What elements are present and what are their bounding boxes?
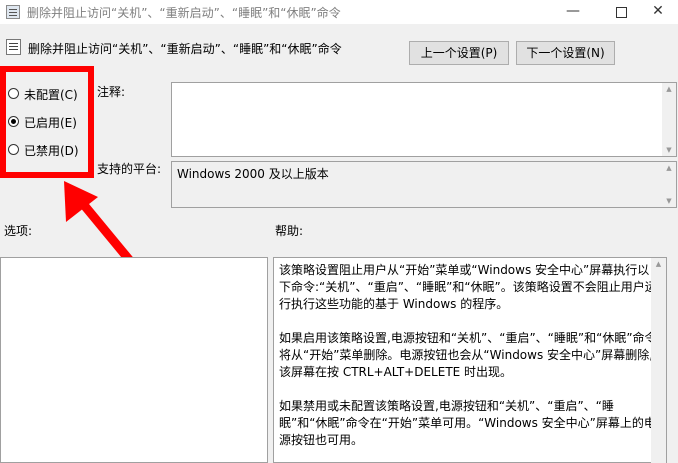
platform-scrollbar[interactable]: ▲ ▼ bbox=[662, 162, 676, 207]
scroll-down-icon[interactable]: ▼ bbox=[662, 197, 676, 205]
help-paragraph: 如果启用该策略设置,电源按钮和“关机”、“重启”、“睡眠”和“休眠”命令将从“开… bbox=[279, 331, 657, 379]
options-panel bbox=[0, 257, 268, 463]
supported-platform-value: Windows 2000 及以上版本 bbox=[171, 161, 677, 208]
options-label: 选项: bbox=[4, 224, 33, 238]
help-paragraph: 该策略设置阻止用户从“开始”菜单或“Windows 安全中心”屏幕执行以下命令:… bbox=[279, 263, 657, 311]
supported-platform-label: 支持的平台: bbox=[97, 162, 162, 176]
scroll-up-icon[interactable]: ▲ bbox=[662, 85, 676, 93]
help-panel: 该策略设置阻止用户从“开始”菜单或“Windows 安全中心”屏幕执行以下命令:… bbox=[273, 257, 667, 463]
scroll-up-icon[interactable]: ▲ bbox=[651, 260, 666, 268]
scroll-down-icon[interactable]: ▼ bbox=[662, 146, 676, 154]
help-scrollbar[interactable]: ▲ bbox=[651, 258, 666, 463]
comment-label: 注释: bbox=[97, 85, 126, 99]
comment-scrollbar[interactable]: ▲ ▼ bbox=[662, 83, 676, 156]
scroll-up-icon[interactable]: ▲ bbox=[662, 164, 676, 172]
help-paragraph: 如果禁用或未配置该策略设置,电源按钮和“关机”、“重启”、“睡眠”和“休眠”命令… bbox=[279, 399, 656, 447]
help-label: 帮助: bbox=[275, 224, 304, 238]
comment-textbox[interactable] bbox=[171, 82, 677, 157]
